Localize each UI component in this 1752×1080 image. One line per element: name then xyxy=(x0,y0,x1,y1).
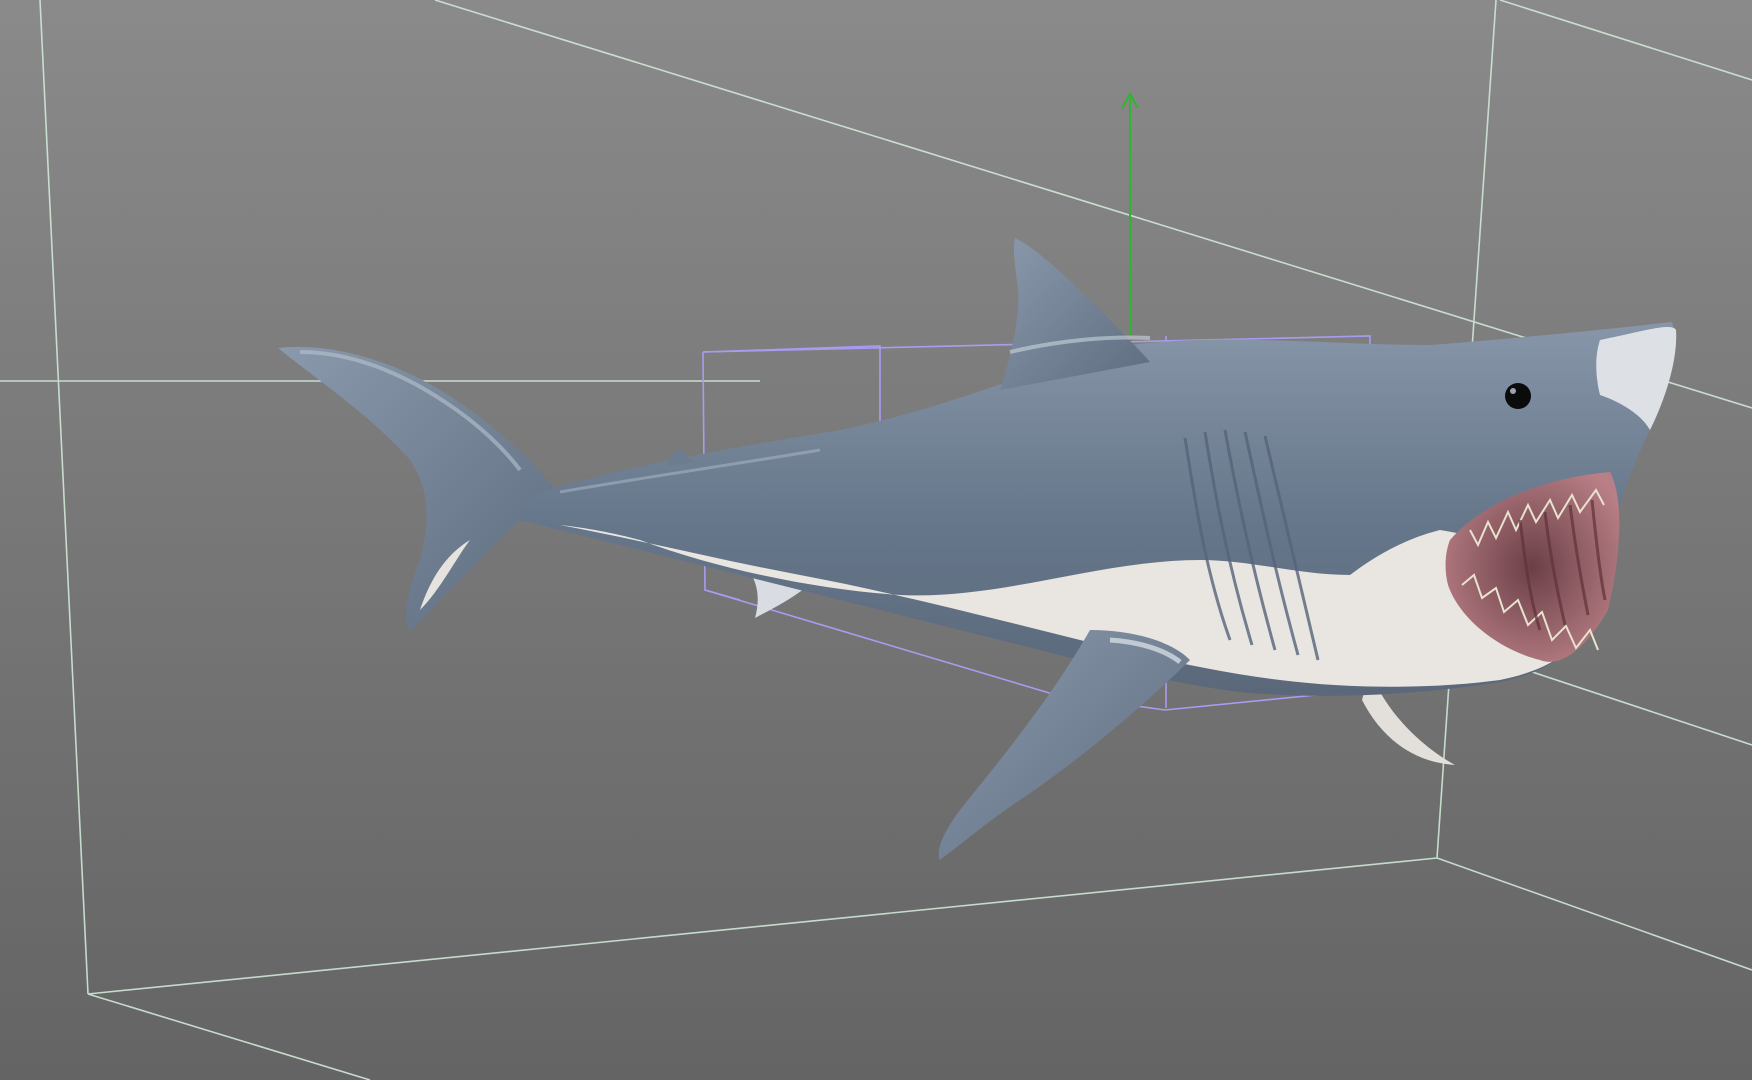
shark-eye-glint xyxy=(1510,388,1516,394)
shark-eye xyxy=(1505,383,1531,409)
viewport-canvas[interactable] xyxy=(0,0,1752,1080)
3d-viewport[interactable] xyxy=(0,0,1752,1080)
